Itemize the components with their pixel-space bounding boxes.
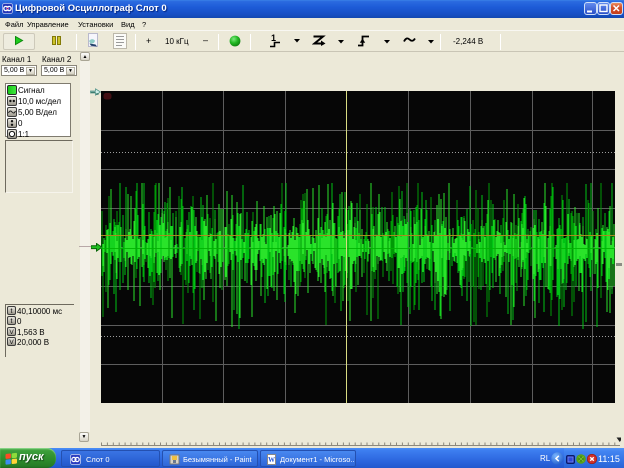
svg-text:t: t [10,318,12,325]
svg-text:W: W [268,456,275,464]
svg-text:V: V [9,339,14,346]
svg-text:V: V [9,329,14,336]
svg-text:t: t [10,308,12,315]
svg-text:1: 1 [271,33,276,43]
